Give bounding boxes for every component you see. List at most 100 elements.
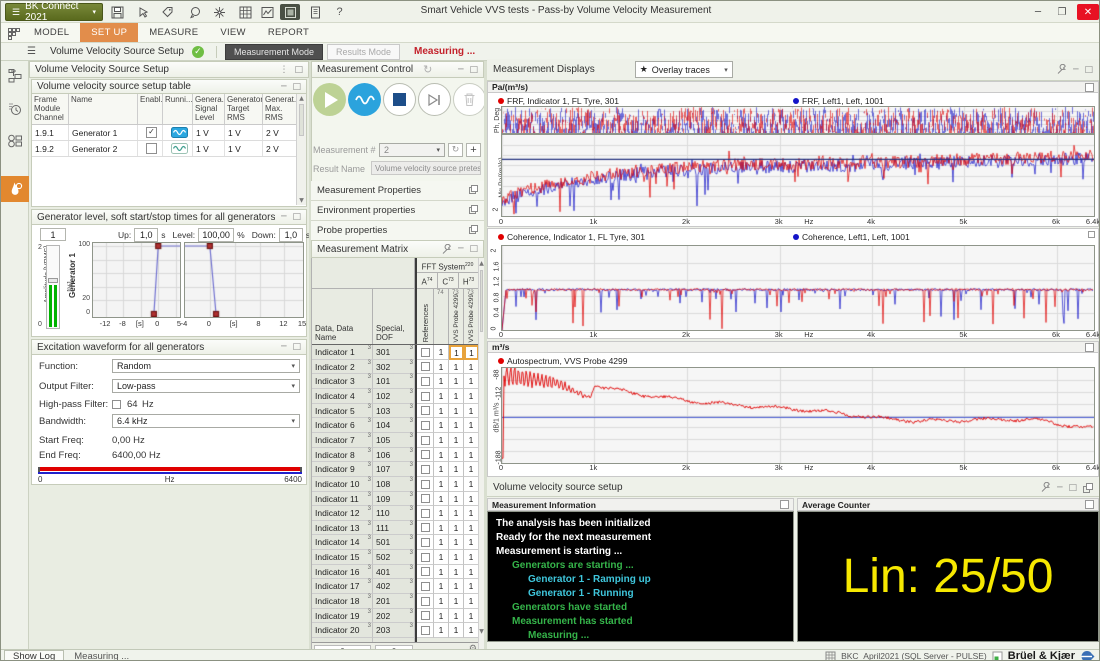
matrix-dof-cell[interactable]: 301 3 <box>373 345 415 360</box>
display-view-icon[interactable] <box>259 4 276 20</box>
matrix-data-cell[interactable]: Indicator 53 <box>312 404 373 418</box>
matrix-dof-cell[interactable]: 111 3 <box>373 521 415 535</box>
matrix-count-cell[interactable]: 1 <box>464 535 478 550</box>
matrix-probe-a-header[interactable]: 74 <box>434 289 449 345</box>
matrix-count-cell[interactable]: 1 <box>449 477 464 492</box>
matrix-count-cell[interactable]: 1 <box>434 404 449 418</box>
reference-checkbox[interactable] <box>420 611 430 620</box>
monitor-status-icon[interactable] <box>5 99 25 119</box>
reference-checkbox[interactable] <box>420 552 430 562</box>
reference-checkbox[interactable] <box>420 347 430 357</box>
frf-maximize-box[interactable] <box>1085 82 1094 92</box>
wrench-icon[interactable] <box>441 243 452 255</box>
matrix-count-cell[interactable]: 1 <box>434 389 449 404</box>
column-header[interactable]: Name <box>69 94 138 124</box>
result-name-field[interactable]: Volume velocity source pretest <box>371 161 481 175</box>
reference-checkbox[interactable] <box>420 435 430 445</box>
matrix-count-cell[interactable]: 1 <box>434 462 449 477</box>
matrix-data-cell[interactable]: Indicator 33 <box>312 374 373 389</box>
matrix-count-cell[interactable]: 1 <box>464 404 478 418</box>
matrix-count-cell[interactable]: 1 <box>464 477 478 492</box>
matrix-count-cell[interactable]: 1 <box>434 594 449 609</box>
matrix-count-cell[interactable]: 1 <box>434 345 449 360</box>
matrix-count-cell[interactable]: 1 <box>464 623 478 638</box>
matrix-dof-cell[interactable]: 101 3 <box>373 374 415 389</box>
matrix-count-cell[interactable]: 1 <box>464 433 478 448</box>
matrix-count-cell[interactable]: 1 <box>434 448 449 462</box>
matrix-count-cell[interactable]: 1 <box>449 404 464 418</box>
matrix-count-cell[interactable]: 1 <box>434 477 449 492</box>
close-window-icon[interactable]: ✕ <box>1077 4 1099 20</box>
collapse-icon[interactable]: ─ <box>458 65 463 75</box>
reference-checkbox[interactable] <box>420 596 430 606</box>
matrix-row[interactable]: Indicator 3 3 101 3 1 1 1 <box>312 374 478 389</box>
matrix-dof-cell[interactable]: 202 3 <box>373 609 415 623</box>
matrix-row[interactable]: Indicator 10 3 108 3 1 1 1 <box>312 477 478 492</box>
maximize-icon[interactable]: □ <box>292 342 301 352</box>
wrench-icon[interactable] <box>1056 64 1067 75</box>
vvs-table-scrollbar[interactable]: ▲ ▼ <box>296 94 306 205</box>
matrix-data-cell[interactable]: Indicator 16 3 <box>312 565 373 579</box>
matrix-data-cell[interactable]: Indicator 17 3 <box>312 579 373 594</box>
column-header[interactable]: Runni... <box>163 94 193 124</box>
counter-maximize-box[interactable] <box>1085 500 1094 509</box>
generator-button[interactable] <box>348 83 381 116</box>
matrix-count-cell[interactable]: 1 <box>449 492 464 506</box>
column-header[interactable]: Generator Target RMS <box>225 94 263 124</box>
column-header[interactable]: Genera... Signal Level <box>193 94 225 124</box>
collapse-icon[interactable]: ─ <box>281 82 286 92</box>
reference-checkbox[interactable] <box>420 376 430 386</box>
bandwidth-select[interactable]: 6.4 kHz ▾ <box>112 414 300 428</box>
matrix-dof-cell[interactable]: 201 3 <box>373 594 415 609</box>
matrix-row[interactable]: Indicator 11 3 109 3 1 1 1 <box>312 492 478 506</box>
matrix-count-cell[interactable]: 1 <box>449 360 464 374</box>
matrix-dof-cell[interactable]: 107 3 <box>373 462 415 477</box>
level-field[interactable]: 100,00 <box>198 228 235 242</box>
matrix-count-cell[interactable]: 1 <box>449 623 464 638</box>
save-icon[interactable] <box>109 4 126 20</box>
running-indicator[interactable] <box>163 141 193 156</box>
matrix-data-cell[interactable]: Indicator 19 3 <box>312 609 373 623</box>
matrix-data-cell[interactable]: Indicator 18 3 <box>312 594 373 609</box>
reference-checkbox[interactable] <box>420 581 430 591</box>
enabled-checkbox[interactable] <box>146 143 157 154</box>
matrix-count-cell[interactable]: 1 <box>434 433 449 448</box>
results-mode-button[interactable]: Results Mode <box>327 43 401 60</box>
reference-checkbox[interactable] <box>420 625 430 635</box>
matrix-row[interactable]: Indicator 7 3 105 3 1 1 1 <box>312 433 478 448</box>
calibration-tool-active[interactable] <box>1 176 29 202</box>
transducer-tags-icon[interactable] <box>5 131 25 151</box>
tag-icon[interactable] <box>159 4 176 20</box>
overlay-traces-select[interactable]: ★ Overlay traces ▾ <box>634 61 733 78</box>
matrix-data-cell[interactable]: Indicator 43 <box>312 389 373 404</box>
database-name[interactable]: BKC_April2021 (SQL Server - PULSE) <box>841 651 987 660</box>
matrix-count-cell[interactable]: 1 <box>449 389 464 404</box>
down-time-field[interactable]: 1,0 <box>278 228 303 242</box>
matrix-row[interactable]: Indicator 2 3 302 3 1 1 1 <box>312 360 478 374</box>
matrix-dof-cell[interactable]: 103 3 <box>373 404 415 418</box>
info-maximize-box[interactable] <box>780 500 789 509</box>
matrix-dof-cell[interactable]: 105 3 <box>373 433 415 448</box>
collapse-icon[interactable]: ─ <box>281 212 286 222</box>
matrix-row[interactable]: Indicator 15 3 502 3 1 1 1 <box>312 550 478 565</box>
matrix-dof-cell[interactable]: 106 3 <box>373 448 415 462</box>
show-log-button[interactable]: Show Log <box>4 649 65 660</box>
matrix-count-cell[interactable]: 1 <box>449 462 464 477</box>
matrix-row[interactable]: Indicator 9 3 107 3 1 1 1 <box>312 462 478 477</box>
matrix-count-cell[interactable]: 1 <box>434 550 449 565</box>
generator-row[interactable]: 1.9.2 Generator 21 V1 V2 V <box>32 141 306 157</box>
matrix-dof-column-header[interactable]: Special, DOF <box>373 289 415 345</box>
matrix-count-cell[interactable]: 1 <box>464 360 478 374</box>
section-environment-properties[interactable]: Environment properties <box>311 201 484 221</box>
matrix-count-cell[interactable]: 1 <box>434 374 449 389</box>
matrix-count-cell[interactable]: 1 <box>464 579 478 594</box>
reference-checkbox[interactable] <box>420 479 430 489</box>
reference-checkbox[interactable] <box>420 464 430 474</box>
matrix-count-cell[interactable]: 1 <box>449 521 464 535</box>
add-measurement-button[interactable]: + <box>466 143 481 157</box>
matrix-count-cell[interactable]: 1 <box>449 345 464 360</box>
matrix-data-cell[interactable]: Indicator 15 3 <box>312 550 373 565</box>
wrench-icon[interactable] <box>1040 482 1051 493</box>
matrix-dof-cell[interactable]: 108 3 <box>373 477 415 492</box>
frf-phase-plot[interactable] <box>501 106 1095 134</box>
